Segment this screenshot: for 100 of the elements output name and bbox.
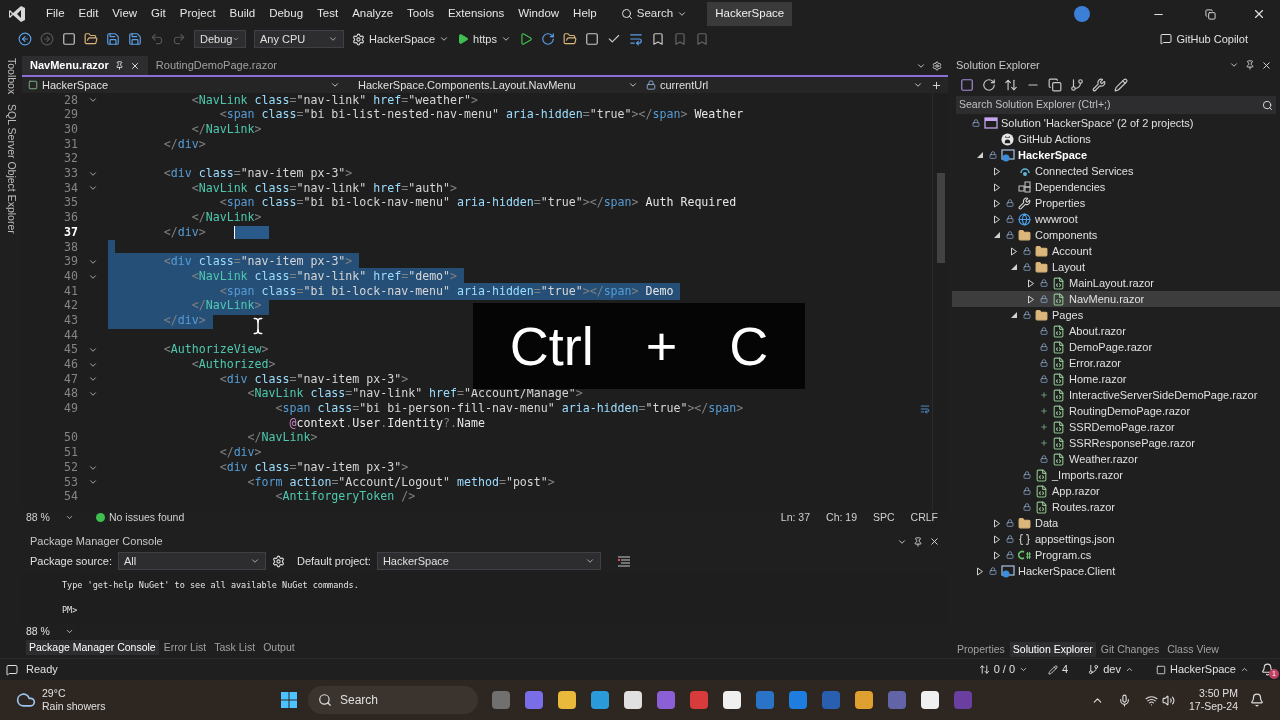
taskbar-app-icon[interactable] [921,691,939,709]
tree-item[interactable]: Account [952,243,1280,259]
tree-item[interactable]: Weather.razor [952,451,1280,467]
sync-icon[interactable] [1004,78,1018,92]
taskbar-app-icon[interactable] [789,691,807,709]
type-dropdown[interactable]: HackerSpace.Components.Layout.NavMenu [348,76,638,94]
taskbar-app-icon[interactable] [558,691,576,709]
github-copilot-button[interactable]: GitHub Copilot [1160,30,1248,48]
taskbar-app-icon[interactable] [525,691,543,709]
save-all-icon[interactable] [128,32,142,46]
menu-item[interactable]: Help [567,5,603,23]
tree-item[interactable]: Pages [952,307,1280,323]
search-menu[interactable]: Search [620,5,688,23]
menu-item[interactable]: Window [512,5,566,23]
configuration-dropdown[interactable]: Debug [194,30,246,48]
collapsed-arrow-icon[interactable] [993,198,1001,208]
taskbar-app-icon[interactable] [855,691,873,709]
edits-indicator[interactable]: 4 [1048,661,1069,678]
panel-tab[interactable]: Error List [160,639,210,656]
tab-list-icon[interactable] [916,61,926,71]
panel-tab[interactable]: Class View [1164,641,1222,658]
tree-item[interactable]: Connected Services [952,163,1280,179]
run-without-debugging-icon[interactable] [518,32,533,46]
collapsed-arrow-icon[interactable] [993,214,1001,224]
collapsed-arrow-icon[interactable] [993,518,1001,528]
project-dropdown[interactable]: HackerSpace [28,76,340,94]
collapsed-arrow-icon[interactable] [993,182,1001,192]
notification-icon[interactable] [1261,663,1274,676]
collapsed-arrow-icon[interactable] [976,566,984,576]
tree-item[interactable]: SSRDemoPage.razor [952,419,1280,435]
branch-indicator[interactable]: dev [1088,661,1134,678]
save-icon[interactable] [106,32,120,46]
collapsed-arrow-icon[interactable] [993,550,1001,560]
refresh-icon[interactable] [540,32,555,46]
tree-item[interactable]: Data [952,515,1280,531]
close-icon[interactable] [1252,7,1266,21]
collapsed-arrow-icon[interactable] [1010,246,1018,256]
tree-item[interactable]: _Imports.razor [952,467,1280,483]
tree-item[interactable]: NavMenu.razor [952,291,1280,307]
expanded-arrow-icon[interactable] [1010,263,1018,271]
account-avatar[interactable] [1074,6,1090,22]
tree-item[interactable]: Solution 'HackerSpace' (2 of 2 projects) [952,115,1280,131]
panel-tab[interactable]: Solution Explorer [1009,641,1096,658]
split-icon[interactable] [931,79,942,91]
clear-console-icon[interactable] [616,555,631,567]
tree-item[interactable]: wwwroot [952,211,1280,227]
console-prompt[interactable]: PM> [62,604,908,617]
window-icon[interactable] [584,32,599,46]
pin-icon[interactable] [114,61,124,70]
changes-indicator[interactable]: 0 / 0 [978,661,1029,678]
tree-item[interactable]: InteractiveServerSideDemoPage.razor [952,387,1280,403]
volume-icon[interactable] [1161,693,1175,707]
menu-item[interactable]: Git [145,5,172,23]
panel-tab[interactable]: Task List [211,639,259,656]
menu-item[interactable]: Edit [72,5,105,23]
next-bookmark-icon[interactable] [694,32,709,46]
startup-project-button[interactable]: HackerSpace [352,30,450,48]
panel-tab[interactable]: Git Changes [1097,641,1163,658]
tree-item[interactable]: SSRResponsePage.razor [952,435,1280,451]
bookmark-icon[interactable] [650,32,665,46]
start-icon[interactable] [280,691,298,709]
previous-bookmark-icon[interactable] [672,32,687,46]
search-field[interactable]: Search Solution Explorer (Ctrl+;) [956,96,1276,114]
menu-item[interactable]: Debug [263,5,310,23]
tree-item[interactable]: Program.cs [952,547,1280,563]
folder-icon[interactable] [562,32,577,46]
repository-indicator[interactable]: HackerSpace [1155,661,1249,678]
expanded-arrow-icon[interactable] [976,151,984,159]
tree-item[interactable]: HackerSpace.Client [952,563,1280,579]
panel-tab[interactable]: Package Manager Console [26,639,159,656]
menu-item[interactable]: Tools [401,5,440,23]
close-icon[interactable] [1261,59,1272,71]
tree-item[interactable]: GitHub Actions [952,131,1280,147]
side-tab[interactable]: Toolbox [3,58,19,95]
back-icon[interactable] [18,32,32,46]
taskbar-app-icon[interactable] [657,691,675,709]
open-folder-icon[interactable] [84,32,98,46]
zoom-dropdown[interactable]: 88 % [26,509,74,526]
weather-icon[interactable] [16,690,36,710]
taskbar-app-icon[interactable] [624,691,642,709]
editor-tab[interactable]: NavMenu.razor [22,56,148,75]
wifi-icon[interactable] [1144,693,1158,707]
expanded-arrow-icon[interactable] [1010,311,1018,319]
tree-item[interactable]: Dependencies [952,179,1280,195]
collapsed-arrow-icon[interactable] [1027,278,1035,288]
issues-indicator[interactable]: No issues found [96,509,185,526]
menu-item[interactable]: Extensions [441,5,511,23]
settings-icon[interactable] [932,61,942,71]
properties-icon[interactable] [1092,78,1106,92]
microphone-icon[interactable] [1117,693,1131,707]
taskbar-app-icon[interactable] [723,691,741,709]
default-project-dropdown[interactable]: HackerSpace [376,552,601,570]
menu-item[interactable]: Build [223,5,262,23]
package-source-dropdown[interactable]: All [117,552,266,570]
tree-item[interactable]: Properties [952,195,1280,211]
collapsed-arrow-icon[interactable] [1027,294,1035,304]
close-icon[interactable] [129,60,140,71]
panel-tab[interactable]: Properties [954,641,1008,658]
tree-item[interactable]: DemoPage.razor [952,339,1280,355]
menu-item[interactable]: File [40,5,71,23]
